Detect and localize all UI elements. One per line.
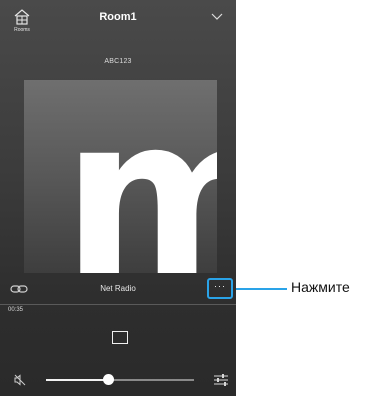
elapsed-time: 00:35 xyxy=(8,307,24,313)
progress-bar[interactable] xyxy=(0,304,236,305)
ellipsis-icon: ··· xyxy=(214,281,226,291)
volume-handle[interactable] xyxy=(103,374,115,385)
speaker-mute-icon[interactable] xyxy=(14,374,26,386)
stop-button[interactable] xyxy=(112,331,128,344)
rooms-label: Rooms xyxy=(14,27,30,33)
volume-slider[interactable] xyxy=(46,374,194,385)
room-title[interactable]: Room1 xyxy=(0,11,236,23)
chevron-down-icon[interactable] xyxy=(211,13,223,21)
player-screen: Rooms Room1 ABC123 m Net Radio ··· 00:35 xyxy=(0,0,236,396)
album-artwork: m xyxy=(24,80,217,273)
more-options-button[interactable]: ··· xyxy=(207,278,233,299)
volume-fill xyxy=(46,379,109,381)
volume-track-rest xyxy=(108,379,194,381)
callout-label: Нажмите xyxy=(291,279,350,295)
callout-pointer-line xyxy=(236,288,287,290)
now-playing-source: Net Radio xyxy=(100,284,136,293)
equalizer-icon[interactable] xyxy=(213,373,229,387)
artwork-logo-letter: m xyxy=(62,80,217,273)
source-name: ABC123 xyxy=(104,58,132,65)
header-bar: Rooms Room1 xyxy=(0,0,236,40)
